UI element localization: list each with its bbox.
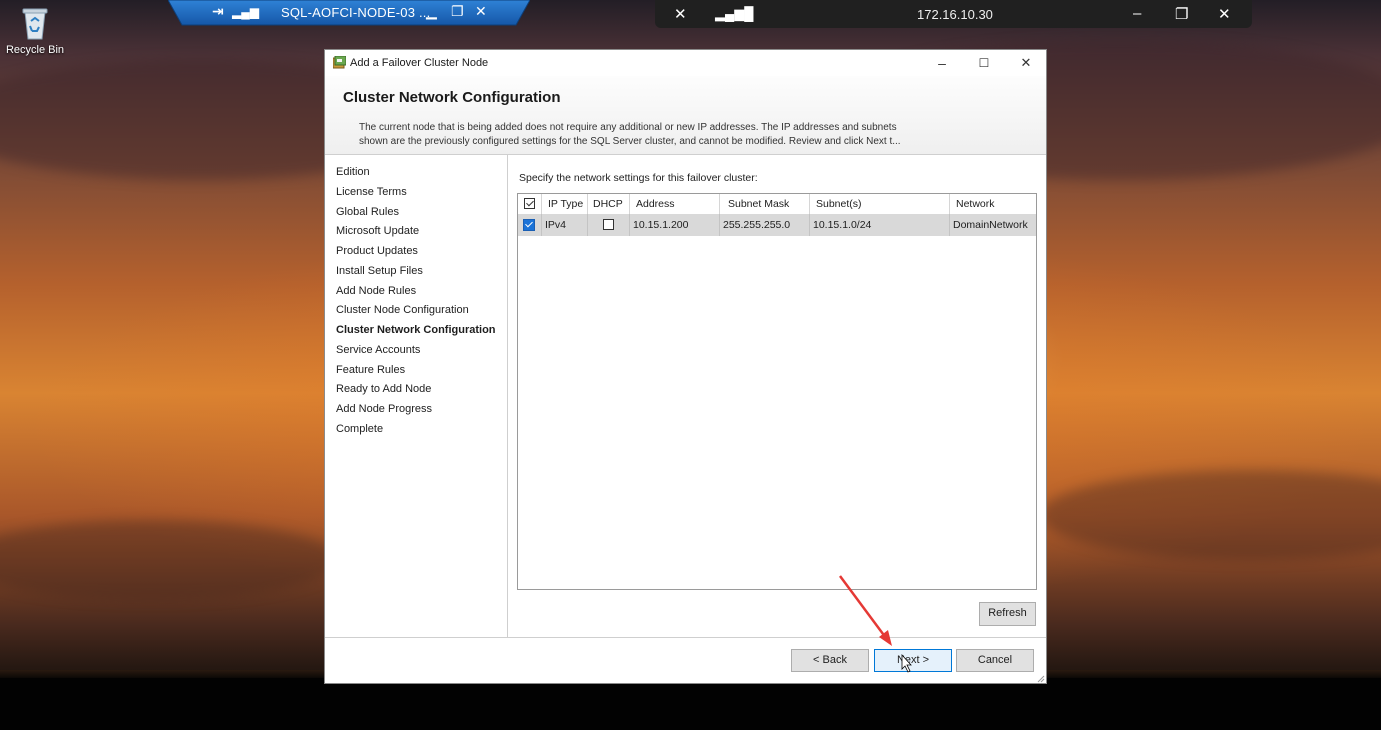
setup-app-icon bbox=[332, 55, 347, 69]
cell-address: 10.15.1.200 bbox=[630, 214, 720, 236]
wizard-content: Specify the network settings for this fa… bbox=[508, 155, 1046, 637]
nav-step-edition[interactable]: Edition bbox=[336, 166, 370, 178]
column-header-ip-type[interactable]: IP Type bbox=[542, 194, 588, 214]
column-header-subnets[interactable]: Subnet(s) bbox=[810, 194, 950, 214]
minimize-icon[interactable]: ▁ bbox=[426, 3, 437, 20]
nav-step-complete[interactable]: Complete bbox=[336, 423, 383, 435]
nav-step-add-node-rules[interactable]: Add Node Rules bbox=[336, 285, 416, 297]
refresh-button[interactable]: Refresh bbox=[979, 602, 1036, 626]
cell-subnet-mask: 255.255.255.0 bbox=[720, 214, 810, 236]
nav-step-global-rules[interactable]: Global Rules bbox=[336, 206, 399, 218]
page-description: The current node that is being added doe… bbox=[359, 121, 999, 149]
close-icon[interactable]: ✕ bbox=[1218, 5, 1231, 23]
nav-step-cluster-node-configuration[interactable]: Cluster Node Configuration bbox=[336, 304, 469, 316]
dhcp-checkbox[interactable] bbox=[603, 219, 614, 230]
footer-divider bbox=[325, 637, 1046, 638]
column-header-address[interactable]: Address bbox=[630, 194, 720, 214]
description-line: The current node that is being added doe… bbox=[359, 122, 897, 133]
row-select-checkbox[interactable] bbox=[523, 219, 535, 231]
cell-dhcp bbox=[588, 214, 630, 236]
minimize-icon[interactable]: – bbox=[1133, 5, 1141, 22]
select-all-checkbox[interactable] bbox=[524, 198, 535, 209]
signal-icon: ▂▄▆ bbox=[232, 5, 259, 19]
cell-network: DomainNetwork bbox=[953, 219, 1028, 231]
wizard-header: Cluster Network Configuration The curren… bbox=[325, 76, 1046, 155]
cancel-button[interactable]: Cancel bbox=[956, 649, 1034, 672]
recycle-bin-icon bbox=[20, 6, 50, 40]
remote-connection-bar[interactable]: ✕ ▂▄▆█ 172.16.10.30 – ❐ ✕ bbox=[655, 0, 1252, 28]
close-icon[interactable]: ✕ bbox=[475, 3, 487, 20]
wizard-steps-nav: Edition License Terms Global Rules Micro… bbox=[325, 155, 508, 637]
black-strip bbox=[0, 678, 1381, 730]
rdp-session-title: SQL-AOFCI-NODE-03 ... bbox=[281, 5, 431, 20]
back-button[interactable]: < Back bbox=[791, 649, 869, 672]
grid-header-row: IP Type DHCP Address Subnet Mask Subnet(… bbox=[518, 194, 1036, 215]
nav-step-feature-rules[interactable]: Feature Rules bbox=[336, 364, 405, 376]
row-select-cell bbox=[518, 214, 542, 236]
setup-wizard-window: Add a Failover Cluster Node – ☐ ✕ Cluste… bbox=[324, 49, 1047, 684]
window-maximize-button[interactable]: ☐ bbox=[963, 50, 1005, 76]
pin-icon[interactable]: ⇥ bbox=[212, 3, 224, 20]
window-close-button[interactable]: ✕ bbox=[1005, 50, 1047, 76]
next-button[interactable]: Next > bbox=[874, 649, 952, 672]
select-all-column bbox=[518, 194, 542, 214]
column-header-subnet-mask[interactable]: Subnet Mask bbox=[720, 194, 810, 214]
cloud-shape bbox=[0, 520, 340, 600]
nav-step-add-node-progress[interactable]: Add Node Progress bbox=[336, 403, 432, 415]
window-titlebar[interactable]: Add a Failover Cluster Node – ☐ ✕ bbox=[325, 50, 1046, 76]
unpin-icon[interactable]: ✕ bbox=[674, 5, 687, 23]
restore-icon[interactable]: ❐ bbox=[1175, 5, 1188, 23]
restore-icon[interactable]: ❐ bbox=[451, 3, 464, 20]
window-title: Add a Failover Cluster Node bbox=[350, 57, 489, 69]
column-header-network[interactable]: Network bbox=[950, 194, 1036, 214]
page-title: Cluster Network Configuration bbox=[343, 89, 561, 106]
recycle-bin-shortcut[interactable]: Recycle Bin bbox=[4, 4, 66, 56]
remote-address: 172.16.10.30 bbox=[917, 7, 993, 22]
network-settings-grid[interactable]: IP Type DHCP Address Subnet Mask Subnet(… bbox=[517, 193, 1037, 590]
nav-step-product-updates[interactable]: Product Updates bbox=[336, 245, 418, 257]
nav-step-install-setup-files[interactable]: Install Setup Files bbox=[336, 265, 423, 277]
nav-step-license-terms[interactable]: License Terms bbox=[336, 186, 407, 198]
column-header-dhcp[interactable]: DHCP bbox=[588, 194, 630, 214]
nav-step-microsoft-update[interactable]: Microsoft Update bbox=[336, 225, 419, 237]
cell-ip-type: IPv4 bbox=[542, 214, 588, 236]
table-row[interactable]: IPv4 10.15.1.200 255.255.255.0 10.15.1.0… bbox=[518, 214, 1036, 236]
instruction-text: Specify the network settings for this fa… bbox=[519, 172, 758, 184]
description-line: shown are the previously configured sett… bbox=[359, 136, 901, 147]
signal-bars-icon: ▂▄▆█ bbox=[715, 6, 754, 21]
nav-step-cluster-network-configuration[interactable]: Cluster Network Configuration bbox=[336, 324, 496, 336]
rdp-session-bar[interactable]: ⇥ ▂▄▆ SQL-AOFCI-NODE-03 ... ▁ ❐ ✕ bbox=[168, 0, 530, 26]
resize-grip-icon[interactable] bbox=[1037, 674, 1045, 683]
cloud-shape bbox=[1040, 470, 1381, 560]
recycle-bin-label: Recycle Bin bbox=[5, 44, 65, 56]
nav-step-ready-to-add-node[interactable]: Ready to Add Node bbox=[336, 383, 431, 395]
cell-subnets: 10.15.1.0/24 bbox=[810, 214, 950, 236]
nav-step-service-accounts[interactable]: Service Accounts bbox=[336, 344, 420, 356]
window-minimize-button[interactable]: – bbox=[921, 50, 963, 76]
